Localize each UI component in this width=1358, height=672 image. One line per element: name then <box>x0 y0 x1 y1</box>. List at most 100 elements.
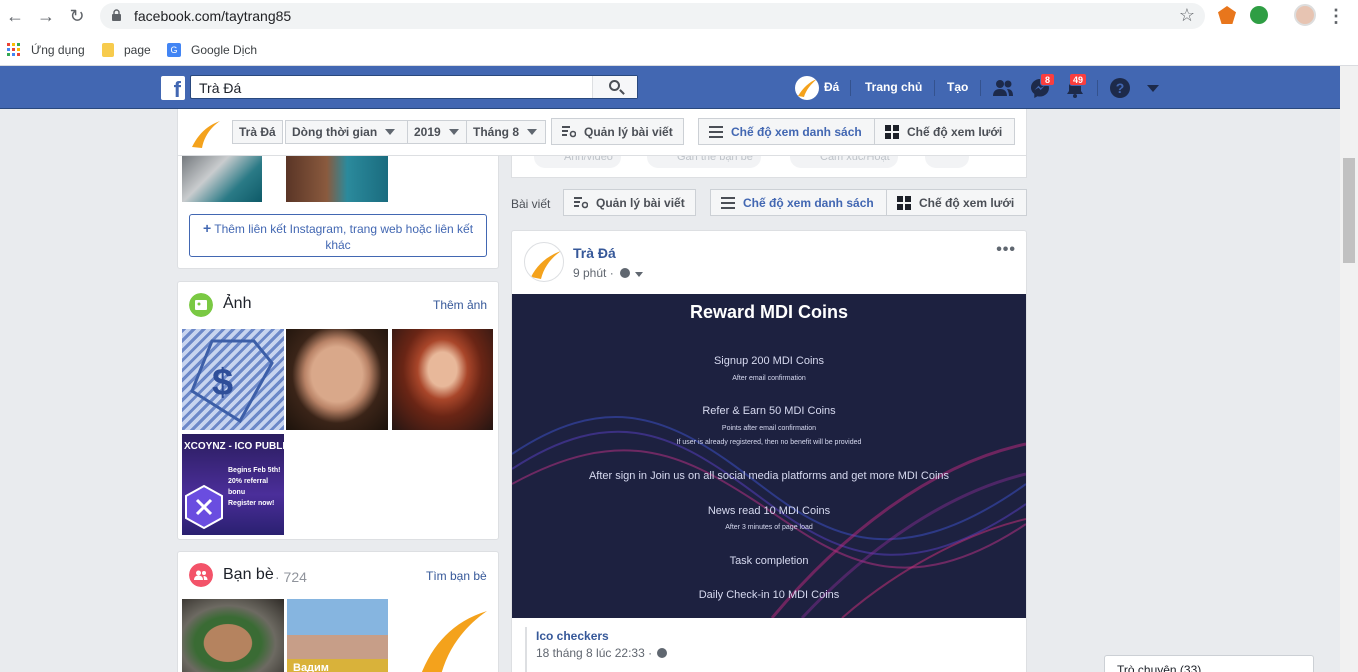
friend-photo[interactable]: Вадим <box>287 599 388 672</box>
reload-icon[interactable]: ↻ <box>67 6 87 26</box>
header-avatar[interactable] <box>795 76 819 100</box>
promo-subline: Points after email confirmation <box>721 425 817 432</box>
address-bar[interactable]: facebook.com/taytrang85 ☆ <box>100 3 1205 29</box>
public-globe-icon <box>620 268 631 278</box>
wave-decoration <box>512 416 1026 618</box>
intro-photo[interactable] <box>286 150 388 202</box>
crumb-label: Trà Đá <box>239 125 276 139</box>
globe-extension-icon[interactable] <box>1250 6 1268 24</box>
metamask-extension-icon[interactable] <box>1218 6 1236 24</box>
scrollbar-thumb[interactable] <box>1343 158 1355 263</box>
help-icon[interactable]: ? <box>1109 77 1131 99</box>
svg-text:$: $ <box>212 362 233 404</box>
post-timestamp[interactable]: 9 phút · <box>573 266 644 280</box>
photo-thumb[interactable] <box>286 329 388 430</box>
photo-thumb[interactable] <box>392 329 493 430</box>
list-view-icon <box>709 125 723 138</box>
photos-title: Ảnh <box>223 295 252 312</box>
promo-title: Reward MDI Coins <box>689 302 849 322</box>
tra-da-logo-icon[interactable] <box>190 117 222 149</box>
xcoynz-photo-thumb[interactable]: XCOYNZ - ICO PUBLI Begins Feb 5th! 20% r… <box>182 434 284 535</box>
timeline-post: Trà Đá 9 phút · ••• Reward MDI Coins Sig… <box>511 230 1027 672</box>
tra-da-logo-icon[interactable] <box>392 599 493 672</box>
folder-icon <box>102 43 114 57</box>
list-view-label: Chế độ xem danh sách <box>731 124 862 139</box>
friends-title: Bạn bè <box>223 566 274 583</box>
tag-friends-action[interactable]: Gắn thẻ bạn bè <box>647 156 761 168</box>
manage-posts-button[interactable]: Quản lý bài viết <box>551 118 684 145</box>
privacy-caret-icon[interactable] <box>635 272 644 277</box>
intro-photo[interactable] <box>182 150 262 202</box>
crumb-label: Tháng 8 <box>473 125 520 139</box>
timeline-dropdown[interactable]: Dòng thời gian <box>285 120 408 144</box>
promo-line: News read 10 MDI Coins <box>707 505 831 517</box>
manage-icon <box>562 125 576 137</box>
manage-icon <box>574 196 588 208</box>
profile-avatar[interactable] <box>1294 4 1316 26</box>
list-view-button[interactable]: Chế độ xem danh sách <box>710 189 887 216</box>
bookmark-label: Ứng dụng <box>31 43 85 57</box>
year-dropdown[interactable]: 2019 <box>407 120 467 144</box>
photo-thumb[interactable]: $ <box>182 329 284 430</box>
friends-icon <box>189 563 213 587</box>
promo-subline: If user is already registered, then no b… <box>676 439 862 446</box>
search-button[interactable] <box>592 76 637 98</box>
shared-time-text: 18 tháng 8 lúc 22:33 · <box>536 646 653 660</box>
promo-subline: After 3 minutes of page load <box>725 524 813 531</box>
manage-posts-button[interactable]: Quản lý bài viết <box>563 189 696 216</box>
chat-sidebar-tab[interactable]: Trò chuyện (33) <box>1104 655 1314 672</box>
friend-photo[interactable] <box>182 599 284 672</box>
promo-line: After sign in Join us on all social medi… <box>588 470 950 482</box>
grid-view-button[interactable]: Chế độ xem lưới <box>886 189 1027 216</box>
search-input[interactable]: Trà Đá <box>199 80 241 96</box>
posts-label: Bài viết <box>511 197 551 211</box>
list-view-icon <box>721 196 735 209</box>
crumb-label: 2019 <box>414 125 441 139</box>
home-link[interactable]: Trang chủ <box>865 80 922 94</box>
chevron-down-icon <box>448 129 459 135</box>
forward-icon[interactable]: → <box>36 6 56 26</box>
notifications-badge: 49 <box>1069 73 1088 86</box>
back-icon[interactable]: ← <box>5 6 25 26</box>
page-scrollbar[interactable] <box>1340 66 1358 672</box>
search-box[interactable]: Trà Đá <box>190 75 638 99</box>
bookmark-label: page <box>124 43 151 57</box>
shared-author-name[interactable]: Ico checkers <box>536 629 609 643</box>
post-author-avatar[interactable] <box>524 242 564 282</box>
shared-timestamp[interactable]: 18 tháng 8 lúc 22:33 · <box>536 646 668 660</box>
list-view-button[interactable]: Chế độ xem danh sách <box>698 118 875 145</box>
xcoynz-line: 20% referral bonu <box>228 478 269 496</box>
grid-view-button[interactable]: Chế độ xem lưới <box>874 118 1015 145</box>
photo-video-action[interactable]: Ảnh/video <box>534 156 621 168</box>
facebook-logo[interactable]: f <box>161 76 185 100</box>
create-link[interactable]: Tạo <box>947 80 968 94</box>
feeling-action[interactable]: Cảm xúc/Hoạt <box>790 156 898 168</box>
chat-label: Trò chuyện (33) <box>1117 663 1202 672</box>
friends-count: · 724 <box>275 569 307 585</box>
xcoynz-logo-icon <box>185 484 223 530</box>
profile-name-crumb[interactable]: Trà Đá <box>232 120 283 144</box>
bookmark-star-icon[interactable]: ☆ <box>1179 5 1195 26</box>
more-photos-link[interactable]: Thêm ảnh <box>433 298 487 312</box>
reward-promo-image[interactable]: Reward MDI Coins Signup 200 MDI Coins Af… <box>512 294 1026 618</box>
bookmark-page[interactable]: page <box>102 41 151 59</box>
bookmark-apps[interactable]: Ứng dụng <box>7 41 85 59</box>
search-icon <box>609 80 620 91</box>
browser-menu-icon[interactable]: ⋮ <box>1326 6 1346 26</box>
friend-requests-icon[interactable] <box>992 77 1014 99</box>
post-author-name[interactable]: Trà Đá <box>573 245 616 261</box>
tra-da-logo-icon <box>531 251 561 279</box>
add-link-button[interactable]: + Thêm liên kết Instagram, trang web hoặ… <box>189 214 487 257</box>
more-action[interactable] <box>925 156 969 168</box>
post-options-icon[interactable]: ••• <box>996 241 1016 259</box>
facebook-header: f Trà Đá Đá Trang chủ Tạo 8 49 ? <box>0 66 1340 109</box>
find-friends-link[interactable]: Tìm bạn bè <box>426 569 487 583</box>
promo-line: Signup 200 MDI Coins <box>713 355 825 367</box>
list-view-label: Chế độ xem danh sách <box>743 195 874 210</box>
profile-link[interactable]: Đá <box>824 80 839 94</box>
account-menu-caret-icon[interactable] <box>1146 81 1160 95</box>
shared-post-indicator <box>525 627 527 672</box>
bookmark-google-translate[interactable]: G Google Dịch <box>167 41 257 59</box>
chevron-down-icon <box>385 129 396 135</box>
month-dropdown[interactable]: Tháng 8 <box>466 120 546 144</box>
